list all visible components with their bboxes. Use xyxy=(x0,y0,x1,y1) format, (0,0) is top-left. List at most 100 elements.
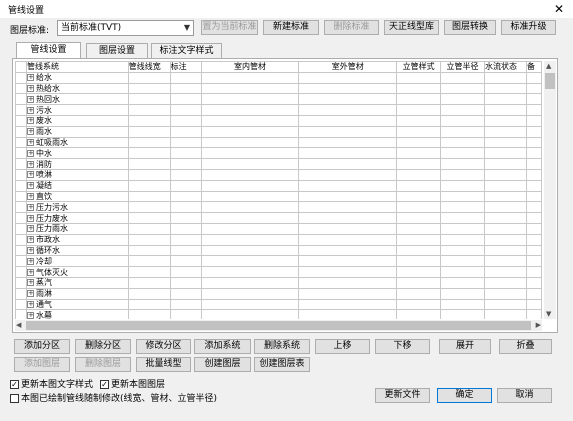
table-cell[interactable] xyxy=(396,190,442,203)
table-cell[interactable] xyxy=(169,222,202,235)
table-cell[interactable] xyxy=(484,201,527,214)
table-cell[interactable] xyxy=(169,147,202,160)
table-cell[interactable] xyxy=(440,309,486,319)
table-cell[interactable] xyxy=(484,147,527,160)
table-cell[interactable] xyxy=(169,298,202,311)
table-cell[interactable] xyxy=(169,104,202,116)
table-cell[interactable] xyxy=(127,298,171,311)
table-cell[interactable] xyxy=(127,125,171,138)
delete-layer-button[interactable]: 删除图层 xyxy=(75,357,131,372)
table-cell[interactable] xyxy=(169,114,202,127)
table-cell[interactable] xyxy=(484,212,527,224)
add-system-button[interactable]: 添加系统 xyxy=(194,339,251,354)
table-cell[interactable] xyxy=(484,309,527,319)
table-cell[interactable] xyxy=(169,201,202,214)
table-cell[interactable] xyxy=(298,212,398,224)
expand-icon[interactable]: + xyxy=(27,311,34,319)
table-cell[interactable] xyxy=(298,233,398,246)
update-file-button[interactable]: 更新文件 xyxy=(375,388,430,403)
table-cell[interactable] xyxy=(298,136,398,149)
table-row[interactable]: + 气体灭火 xyxy=(15,266,542,278)
table-row[interactable]: + 直饮 xyxy=(15,190,542,203)
expand-icon[interactable]: + xyxy=(27,203,34,211)
table-cell[interactable] xyxy=(200,158,300,170)
system-name-cell[interactable]: + 雨淋 xyxy=(25,287,129,300)
table-cell[interactable] xyxy=(298,93,398,106)
table-cell[interactable] xyxy=(396,71,442,84)
table-cell[interactable] xyxy=(440,147,486,160)
table-cell[interactable] xyxy=(440,244,486,257)
table-cell[interactable] xyxy=(396,93,442,106)
table-cell[interactable] xyxy=(298,255,398,268)
table-cell[interactable] xyxy=(525,309,542,319)
collapse-button[interactable]: 折叠 xyxy=(499,339,552,354)
table-cell[interactable] xyxy=(298,71,398,84)
table-cell[interactable] xyxy=(127,179,171,192)
expand-icon[interactable]: + xyxy=(27,117,34,125)
system-name-cell[interactable]: + 水幕 xyxy=(25,309,129,319)
table-row[interactable]: + 热回水 xyxy=(15,93,542,106)
table-cell[interactable] xyxy=(200,276,300,289)
batch-linetype-button[interactable]: 批量线型 xyxy=(136,357,191,372)
table-cell[interactable] xyxy=(484,255,527,268)
expand-icon[interactable]: + xyxy=(27,225,34,233)
table-cell[interactable] xyxy=(396,168,442,181)
expand-icon[interactable]: + xyxy=(27,95,34,103)
table-cell[interactable] xyxy=(169,255,202,268)
table-cell[interactable] xyxy=(525,255,542,268)
table-cell[interactable] xyxy=(298,266,398,278)
table-row[interactable]: + 市政水 xyxy=(15,233,542,246)
table-row[interactable]: + 冷却 xyxy=(15,255,542,268)
expand-icon[interactable]: + xyxy=(27,160,34,168)
table-cell[interactable] xyxy=(525,82,542,95)
table-row[interactable]: + 热给水 xyxy=(15,82,542,95)
table-cell[interactable] xyxy=(200,114,300,127)
table-cell[interactable] xyxy=(484,266,527,278)
table-row[interactable]: + 雨淋 xyxy=(15,287,542,300)
table-cell[interactable] xyxy=(396,136,442,149)
expand-icon[interactable]: + xyxy=(27,214,34,222)
table-cell[interactable] xyxy=(298,244,398,257)
scroll-right-icon[interactable]: ▶ xyxy=(536,321,541,329)
table-cell[interactable] xyxy=(396,201,442,214)
system-name-cell[interactable]: + 虹吸雨水 xyxy=(25,136,129,149)
table-cell[interactable] xyxy=(298,201,398,214)
system-name-cell[interactable]: + 通气 xyxy=(25,298,129,311)
table-cell[interactable] xyxy=(396,147,442,160)
table-cell[interactable] xyxy=(484,244,527,257)
scroll-up-icon[interactable]: ▲ xyxy=(546,62,551,70)
table-cell[interactable] xyxy=(440,104,486,116)
create-layer-button[interactable]: 创建图层 xyxy=(194,357,251,372)
table-cell[interactable] xyxy=(200,287,300,300)
table-cell[interactable] xyxy=(169,276,202,289)
table-cell[interactable] xyxy=(169,244,202,257)
system-name-cell[interactable]: + 循环水 xyxy=(25,244,129,257)
table-cell[interactable] xyxy=(440,276,486,289)
system-name-cell[interactable]: + 直饮 xyxy=(25,190,129,203)
table-row[interactable]: + 循环水 xyxy=(15,244,542,257)
table-cell[interactable] xyxy=(525,136,542,149)
table-cell[interactable] xyxy=(525,168,542,181)
table-cell[interactable] xyxy=(298,125,398,138)
system-name-cell[interactable]: + 废水 xyxy=(25,114,129,127)
column-header[interactable]: 标注 xyxy=(169,61,202,73)
table-cell[interactable] xyxy=(484,136,527,149)
table-cell[interactable] xyxy=(298,82,398,95)
layer-convert-button[interactable]: 图层转换 xyxy=(444,20,496,35)
table-cell[interactable] xyxy=(525,244,542,257)
table-cell[interactable] xyxy=(396,125,442,138)
table-cell[interactable] xyxy=(396,222,442,235)
table-cell[interactable] xyxy=(127,201,171,214)
expand-icon[interactable]: + xyxy=(27,268,34,276)
table-cell[interactable] xyxy=(127,255,171,268)
table-cell[interactable] xyxy=(440,255,486,268)
table-cell[interactable] xyxy=(127,82,171,95)
expand-icon[interactable]: + xyxy=(27,182,34,190)
table-cell[interactable] xyxy=(396,244,442,257)
table-cell[interactable] xyxy=(525,222,542,235)
table-cell[interactable] xyxy=(440,179,486,192)
table-cell[interactable] xyxy=(169,82,202,95)
table-cell[interactable] xyxy=(298,276,398,289)
table-cell[interactable] xyxy=(525,298,542,311)
table-cell[interactable] xyxy=(396,255,442,268)
